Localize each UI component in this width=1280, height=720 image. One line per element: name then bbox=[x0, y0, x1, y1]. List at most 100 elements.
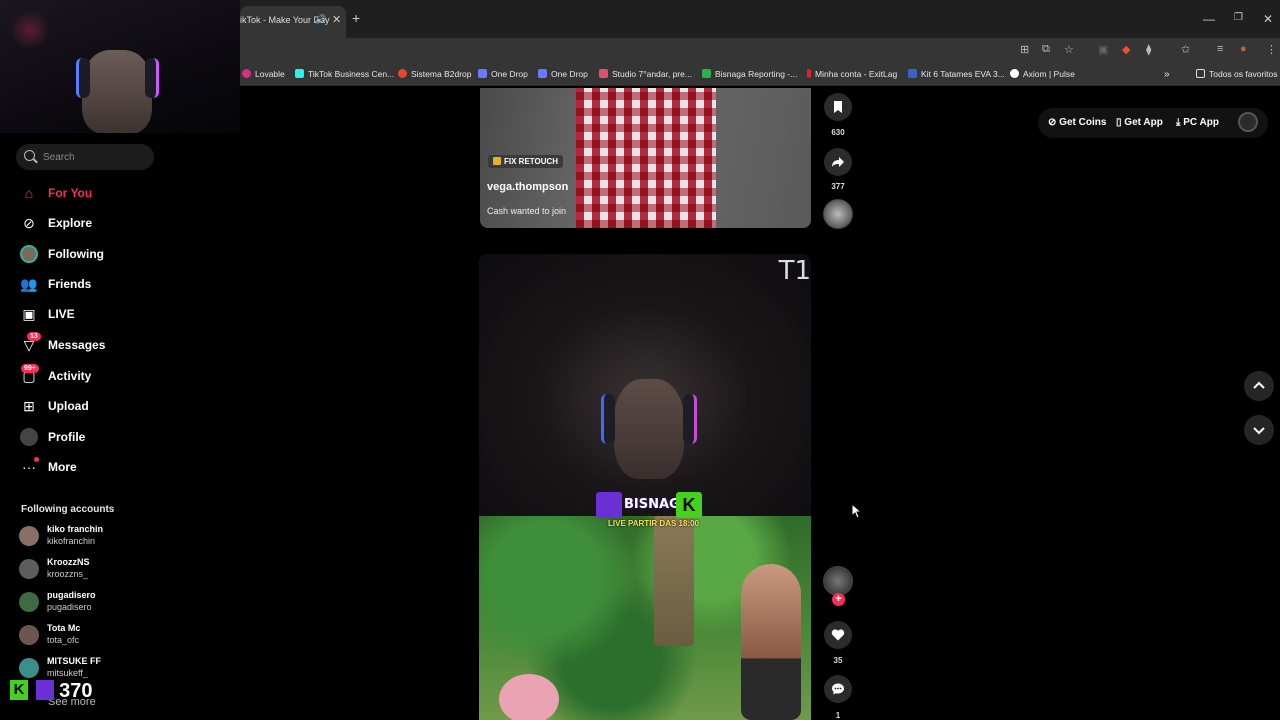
friends-icon: 👥 bbox=[20, 276, 38, 292]
nav-explore[interactable]: ⊘ Explore bbox=[20, 212, 220, 236]
upload-icon: ⊞ bbox=[23, 398, 35, 414]
chevron-up-icon bbox=[1253, 381, 1265, 389]
share-button[interactable] bbox=[824, 148, 852, 176]
bookmark-item[interactable]: One Drop bbox=[478, 69, 528, 79]
bookmark-item[interactable]: Sistema B2drop bbox=[398, 69, 471, 79]
like-button[interactable] bbox=[824, 621, 852, 649]
folder-icon bbox=[1196, 69, 1205, 78]
install-app-icon[interactable]: ⧉ bbox=[1042, 43, 1050, 56]
media-icon[interactable]: ≡ bbox=[1217, 43, 1223, 55]
bookmark-favicon bbox=[478, 69, 487, 78]
puzzle-icon[interactable]: ⧫ bbox=[1146, 43, 1151, 56]
nav-messages[interactable]: ▽ 13 Messages bbox=[20, 332, 220, 358]
stream-schedule: LIVE PARTIR DAS 18:00 bbox=[608, 519, 699, 528]
nav-live[interactable]: ▣ LIVE bbox=[20, 303, 220, 327]
creator-avatar[interactable] bbox=[823, 566, 853, 596]
bookmark-favicon bbox=[908, 69, 917, 78]
more-bookmarks-icon[interactable]: » bbox=[1164, 69, 1170, 80]
bookmark-favicon bbox=[538, 69, 547, 78]
like-count: 35 bbox=[833, 656, 843, 665]
bookmark-favicon bbox=[807, 69, 811, 78]
account-avatar-icon[interactable]: ● bbox=[1240, 43, 1247, 55]
compass-icon: ⊘ bbox=[23, 215, 35, 231]
profile-avatar-button[interactable] bbox=[1238, 112, 1258, 132]
translate-icon[interactable]: ⊞ bbox=[1020, 43, 1029, 56]
following-account[interactable]: Tota Mc tota_ofc bbox=[19, 623, 219, 653]
bookmark-item[interactable]: Bisnaga Reporting -... bbox=[702, 69, 797, 79]
comment-icon bbox=[832, 683, 844, 695]
effect-icon bbox=[493, 157, 501, 165]
bookmark-item[interactable]: Studio 7°andar, pre... bbox=[599, 69, 692, 79]
star-icon[interactable]: ☆ bbox=[1064, 43, 1074, 56]
viewer-count: 370 bbox=[59, 680, 93, 702]
live-icon: ▣ bbox=[22, 306, 36, 322]
speaker-icon[interactable]: 🔊 bbox=[315, 14, 326, 25]
restore-button[interactable]: ❐ bbox=[1234, 12, 1243, 23]
phone-icon: ▯ bbox=[1116, 117, 1122, 128]
nav-activity[interactable]: ▢ 99+ Activity bbox=[20, 364, 220, 389]
share-icon bbox=[832, 157, 844, 167]
more-dot bbox=[34, 457, 39, 462]
nav-label: For You bbox=[48, 186, 93, 200]
bookmark-item[interactable]: Kit 6 Tatames EVA 3... bbox=[908, 69, 1005, 79]
nav-label: Friends bbox=[48, 277, 92, 291]
stream-viewer-counter: K 370 bbox=[10, 680, 93, 703]
mouse-cursor-icon bbox=[851, 503, 863, 519]
avatar bbox=[19, 559, 39, 579]
bookmark-item[interactable]: TikTok Business Cen... bbox=[295, 69, 394, 79]
bookmarks-star-icon[interactable]: ✩ bbox=[1181, 43, 1190, 56]
following-account[interactable]: KroozzNS kroozzns_ bbox=[19, 557, 219, 587]
nav-following[interactable]: Following bbox=[20, 243, 220, 267]
stream-banner: BISNAGA K bbox=[596, 492, 704, 518]
follow-plus-icon[interactable]: + bbox=[832, 593, 845, 606]
bookmark-item[interactable]: Lovable bbox=[242, 69, 285, 79]
search-input[interactable] bbox=[43, 149, 143, 165]
save-count: 630 bbox=[831, 128, 845, 137]
share-count: 377 bbox=[831, 182, 845, 191]
previous-video-button[interactable] bbox=[1244, 371, 1274, 401]
effect-badge[interactable]: FIX RETOUCH bbox=[488, 155, 564, 168]
bookmark-button[interactable] bbox=[824, 93, 852, 121]
avatar bbox=[19, 592, 39, 612]
extension-fox-icon[interactable]: ◆ bbox=[1122, 43, 1130, 56]
video-description: Cash wanted to join bbox=[487, 206, 567, 216]
menu-dots-icon[interactable]: ⋮ bbox=[1266, 43, 1277, 56]
video-username[interactable]: vega.thompson bbox=[487, 181, 568, 193]
all-bookmarks-folder[interactable]: Todos os favoritos bbox=[1196, 69, 1278, 79]
sound-avatar[interactable] bbox=[823, 199, 853, 229]
get-app-button[interactable]: ▯ Get App bbox=[1116, 117, 1163, 128]
coin-icon: ⊘ bbox=[1048, 117, 1057, 128]
browser-tab[interactable]: ikTok - Make Your Day 🔊 ✕ bbox=[240, 6, 346, 38]
following-account[interactable]: kiko franchin kikofranchin bbox=[19, 524, 219, 554]
messages-badge: 13 bbox=[27, 332, 41, 341]
nav-label: More bbox=[48, 460, 77, 474]
next-video-button[interactable] bbox=[1244, 415, 1274, 445]
new-tab-button[interactable]: + bbox=[352, 10, 360, 26]
bookmark-item[interactable]: Minha conta - ExitLag bbox=[807, 69, 897, 79]
nav-more[interactable]: ··· More bbox=[20, 456, 220, 480]
nav-profile[interactable]: Profile bbox=[20, 426, 220, 450]
nav-label: Activity bbox=[48, 369, 92, 383]
minimize-button[interactable]: — bbox=[1203, 12, 1215, 26]
avatar bbox=[19, 625, 39, 645]
search-box[interactable] bbox=[16, 144, 154, 170]
extension-icon[interactable]: ▣ bbox=[1098, 43, 1108, 56]
nav-upload[interactable]: ⊞ Upload bbox=[20, 395, 220, 419]
close-tab-icon[interactable]: ✕ bbox=[332, 13, 341, 26]
video-player-2[interactable]: T1 bbox=[479, 254, 811, 720]
close-window-button[interactable]: ✕ bbox=[1263, 12, 1273, 26]
search-icon bbox=[24, 150, 35, 161]
get-coins-button[interactable]: ⊘ Get Coins bbox=[1048, 117, 1106, 128]
bookmark-item[interactable]: One Drop bbox=[538, 69, 588, 79]
following-account[interactable]: pugadisero pugadisero bbox=[19, 590, 219, 620]
nav-friends[interactable]: 👥 Friends bbox=[20, 273, 220, 297]
nav-for-you[interactable]: ⌂ For You bbox=[20, 182, 220, 206]
bookmark-item[interactable]: Axiom | Pulse bbox=[1010, 69, 1075, 79]
twitch-logo-icon bbox=[596, 492, 622, 518]
comment-count: 1 bbox=[835, 711, 841, 720]
comment-button[interactable] bbox=[824, 675, 852, 703]
nav-label: Messages bbox=[48, 338, 106, 352]
following-avatar-icon bbox=[20, 245, 38, 263]
pc-app-button[interactable]: ⤓ PC App bbox=[1176, 117, 1219, 128]
chevron-down-icon bbox=[1253, 427, 1265, 435]
